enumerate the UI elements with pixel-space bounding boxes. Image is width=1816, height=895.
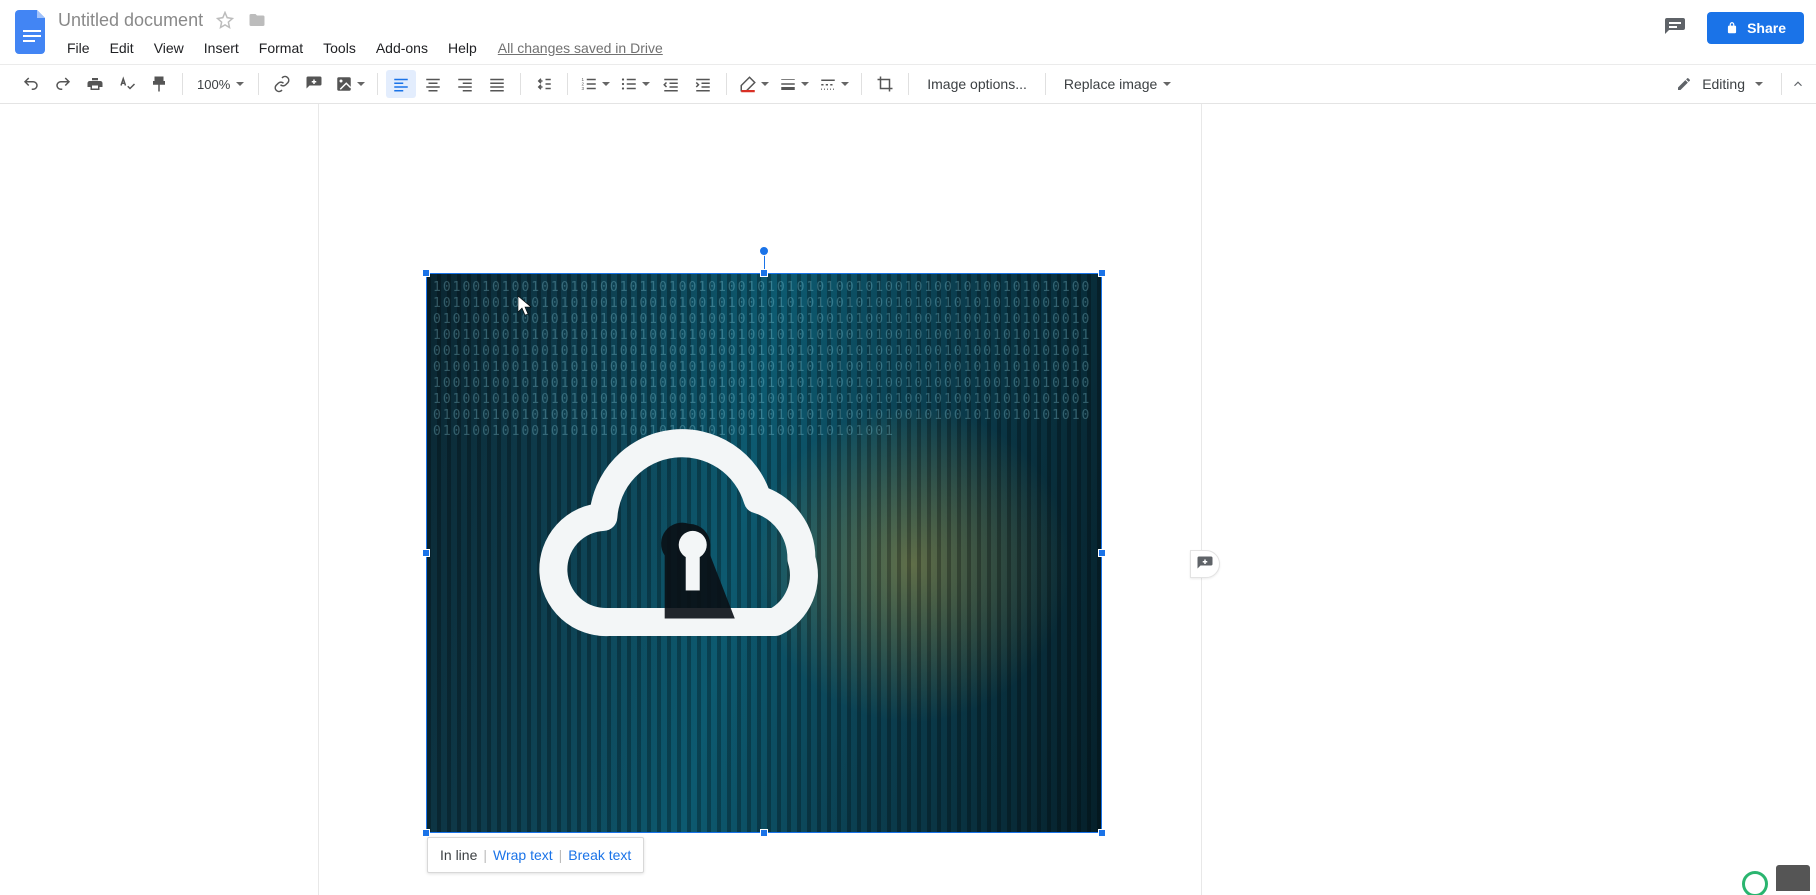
indent-button[interactable] — [688, 70, 718, 98]
resize-handle-t[interactable] — [760, 269, 768, 277]
wrap-option-break[interactable]: Break text — [568, 847, 631, 863]
line-spacing-button[interactable] — [529, 70, 559, 98]
toolbar: 100% 123 Image options... Replace image … — [0, 64, 1816, 104]
separator — [377, 73, 378, 95]
caret-down-icon — [357, 82, 365, 86]
numbered-list-button[interactable]: 123 — [576, 70, 614, 98]
caret-down-icon — [1163, 82, 1171, 86]
pencil-icon — [1676, 76, 1692, 92]
spellcheck-button[interactable] — [112, 70, 142, 98]
lock-icon — [1725, 21, 1739, 35]
paint-format-button[interactable] — [144, 70, 174, 98]
menu-tools[interactable]: Tools — [314, 36, 365, 60]
bottom-right-widgets — [1742, 865, 1810, 891]
open-comments-button[interactable] — [1661, 14, 1689, 42]
collapse-toolbar-button[interactable] — [1790, 72, 1806, 96]
save-status[interactable]: All changes saved in Drive — [498, 40, 663, 56]
explore-badge[interactable] — [1742, 871, 1768, 895]
align-right-button[interactable] — [450, 70, 480, 98]
selected-image[interactable]: 1010010100101010100101101001010010101010… — [427, 274, 1101, 832]
bulleted-list-button[interactable] — [616, 70, 654, 98]
menu-help[interactable]: Help — [439, 36, 486, 60]
zoom-select[interactable]: 100% — [191, 77, 250, 92]
caret-down-icon — [236, 82, 244, 86]
border-dash-button[interactable] — [815, 70, 853, 98]
separator — [908, 73, 909, 95]
resize-handle-bl[interactable] — [422, 829, 430, 837]
replace-image-button[interactable]: Replace image — [1054, 70, 1181, 98]
print-button[interactable] — [80, 70, 110, 98]
menu-addons[interactable]: Add-ons — [367, 36, 437, 60]
separator — [861, 73, 862, 95]
align-justify-button[interactable] — [482, 70, 512, 98]
menu-format[interactable]: Format — [250, 36, 312, 60]
border-color-button[interactable] — [735, 70, 773, 98]
document-canvas[interactable]: 1010010100101010100101101001010010101010… — [0, 104, 1816, 895]
add-comment-pill[interactable] — [1190, 550, 1220, 578]
share-label: Share — [1747, 20, 1786, 36]
resize-handle-tr[interactable] — [1098, 269, 1106, 277]
separator — [182, 73, 183, 95]
insert-comment-button[interactable] — [299, 70, 329, 98]
explore-button[interactable] — [1776, 865, 1810, 891]
resize-handle-l[interactable] — [422, 549, 430, 557]
star-icon[interactable] — [215, 10, 235, 30]
caret-down-icon — [841, 82, 849, 86]
menu-insert[interactable]: Insert — [195, 36, 248, 60]
resize-handle-br[interactable] — [1098, 829, 1106, 837]
share-button[interactable]: Share — [1707, 12, 1804, 44]
rotate-handle[interactable] — [759, 246, 769, 256]
editing-mode-button[interactable]: Editing — [1666, 76, 1773, 92]
resize-handle-b[interactable] — [760, 829, 768, 837]
header-right: Share — [1661, 12, 1804, 44]
separator — [567, 73, 568, 95]
outdent-button[interactable] — [656, 70, 686, 98]
separator — [1045, 73, 1046, 95]
separator — [726, 73, 727, 95]
caret-down-icon — [642, 82, 650, 86]
menu-view[interactable]: View — [145, 36, 193, 60]
separator — [1781, 73, 1782, 95]
separator — [258, 73, 259, 95]
border-weight-button[interactable] — [775, 70, 813, 98]
text-wrap-popup: In line | Wrap text | Break text — [427, 837, 644, 873]
title-area: Untitled document File Edit View Insert … — [52, 6, 1661, 60]
app-header: Untitled document File Edit View Insert … — [0, 0, 1816, 64]
caret-down-icon — [1755, 82, 1763, 86]
resize-handle-tl[interactable] — [422, 269, 430, 277]
move-folder-icon[interactable] — [247, 10, 267, 30]
svg-text:3: 3 — [582, 86, 585, 91]
docs-logo[interactable] — [12, 6, 52, 58]
crop-button[interactable] — [870, 70, 900, 98]
wrap-option-inline[interactable]: In line — [440, 847, 477, 863]
menu-bar: File Edit View Insert Format Tools Add-o… — [58, 36, 1661, 60]
resize-handle-r[interactable] — [1098, 549, 1106, 557]
caret-down-icon — [801, 82, 809, 86]
redo-button[interactable] — [48, 70, 78, 98]
insert-link-button[interactable] — [267, 70, 297, 98]
image-options-button[interactable]: Image options... — [917, 70, 1037, 98]
insert-image-button[interactable] — [331, 70, 369, 98]
selection-box — [426, 273, 1102, 833]
align-center-button[interactable] — [418, 70, 448, 98]
caret-down-icon — [602, 82, 610, 86]
undo-button[interactable] — [16, 70, 46, 98]
document-title[interactable]: Untitled document — [58, 10, 203, 31]
menu-edit[interactable]: Edit — [101, 36, 143, 60]
wrap-option-wrap[interactable]: Wrap text — [493, 847, 553, 863]
align-left-button[interactable] — [386, 70, 416, 98]
caret-down-icon — [761, 82, 769, 86]
separator — [520, 73, 521, 95]
menu-file[interactable]: File — [58, 36, 99, 60]
